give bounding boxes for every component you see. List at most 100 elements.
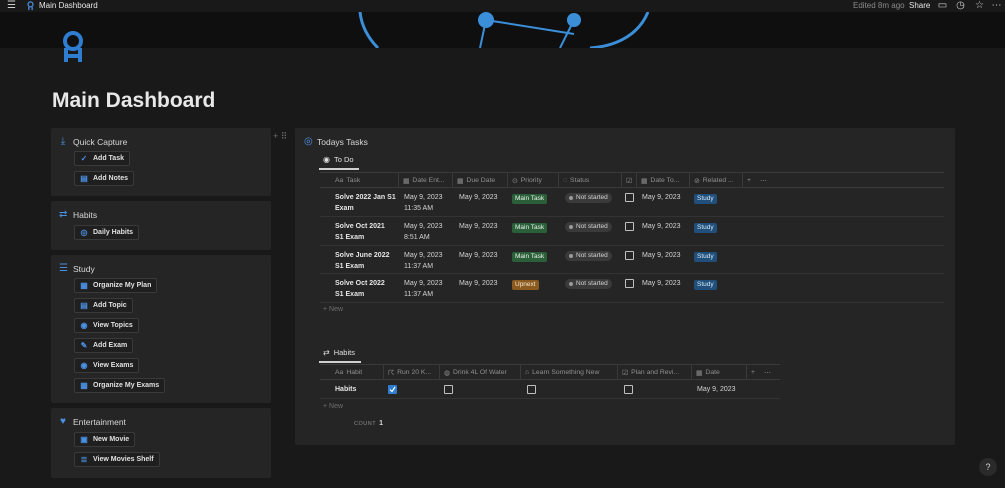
add-column-button[interactable]: + ⋯ (747, 365, 780, 380)
task-checkbox[interactable] (625, 279, 634, 288)
eye-icon: ◉ (80, 320, 88, 330)
priority-tag: Upnext (512, 280, 539, 290)
table-row[interactable]: Solve June 2022 S1 Exam May 9, 2023 11:37 … (320, 246, 944, 274)
col-task[interactable]: Aa Task (331, 173, 399, 188)
due-date: May 9, 2023 (459, 252, 498, 259)
help-button[interactable]: ? (979, 458, 997, 476)
organize-my-exams-button[interactable]: ▦ Organize My Exams (74, 378, 166, 393)
status-icon: ◌ (563, 177, 568, 184)
history-clock-icon[interactable]: ◷ (955, 0, 966, 11)
table-row[interactable]: Solve Oct 2021 S1 Exam May 9, 2023 8:51 AM… (320, 217, 944, 246)
tab-habits[interactable]: ⇄ Habits (323, 348, 355, 357)
col-run[interactable]: ☈ Run 20 K... (384, 365, 440, 380)
task-checkbox[interactable] (625, 251, 634, 260)
todays-tasks-header: ◎ Todays Tasks (304, 136, 368, 148)
priority-tag: Main Task (512, 194, 548, 204)
col-date-to[interactable]: ▦ Date To... (637, 173, 690, 188)
tasks-table-header: Aa Task ▦ Date Ent... ▦ Due Date ⊙ Priority … (320, 172, 944, 188)
col-date[interactable]: ▦ Date (692, 365, 747, 380)
task-name: Solve Oct 2021 (335, 223, 385, 230)
favorite-star-icon[interactable]: ☆ (974, 0, 985, 11)
related-tag[interactable]: Study (694, 252, 717, 262)
new-habit-row-button[interactable]: + New (323, 403, 343, 410)
add-exam-button[interactable]: ✎ Add Exam (74, 338, 134, 353)
col-learn[interactable]: ⌂ Learn Something New (521, 365, 618, 380)
study-card: ☰ Study ▦ Organize My Plan ▤ Add Topic ◉… (51, 255, 271, 403)
new-task-row-button[interactable]: + New (323, 306, 343, 313)
view-exams-button[interactable]: ◉ View Exams (74, 358, 140, 373)
related-tag[interactable]: Study (694, 223, 717, 233)
target-icon: ◎ (304, 136, 313, 147)
task-checkbox[interactable] (625, 193, 634, 202)
more-icon: ⋯ (759, 177, 767, 185)
eye-icon: ◉ (323, 155, 330, 164)
share-button[interactable]: Share (909, 1, 930, 10)
priority-tag: Main Task (512, 223, 548, 233)
table-row[interactable]: Habits May 9, 2023 (320, 380, 780, 399)
add-topic-button[interactable]: ▤ Add Topic (74, 298, 133, 313)
quick-capture-card: ⤓ Quick Capture ✓ Add Task ▤ Add Notes (51, 128, 271, 196)
col-checkbox[interactable]: ☑ (622, 173, 637, 188)
due-date: May 9, 2023 (459, 280, 498, 287)
col-related[interactable]: ⊘ Related ... (690, 173, 743, 188)
more-options-icon[interactable]: ⋯ (991, 0, 1002, 11)
more-icon: ⋯ (763, 369, 771, 377)
block-handle[interactable]: + ⠿ (273, 131, 287, 142)
text-icon: Aa (335, 369, 344, 376)
comment-icon[interactable]: ▭ (937, 0, 948, 11)
status-badge: Not started (565, 193, 612, 203)
date-entered: May 9, 2023 (404, 252, 443, 259)
col-due-date[interactable]: ▦ Due Date (453, 173, 508, 188)
checkbox-icon: ☑ (622, 369, 629, 377)
add-task-button[interactable]: ✓ Add Task (74, 151, 130, 166)
related-tag[interactable]: Study (694, 194, 717, 204)
task-checkbox[interactable] (625, 222, 634, 231)
select-icon: ⊙ (512, 177, 518, 185)
page-logo-icon (27, 1, 34, 11)
priority-tag: Main Task (512, 252, 548, 262)
checklist-icon: ☰ (59, 263, 68, 274)
col-status[interactable]: ◌ Status (559, 173, 622, 188)
drink-water-checkbox[interactable] (444, 385, 453, 394)
col-plan-review[interactable]: ☑ Plan and Revi... (618, 365, 692, 380)
date-to: May 9, 2023 (642, 223, 681, 230)
table-row[interactable]: Solve 2022 Jan S1 Exam May 9, 2023 11:35 A… (320, 188, 944, 217)
tab-active-indicator (319, 361, 361, 363)
habit-name[interactable]: Habits (335, 384, 356, 395)
related-tag[interactable]: Study (694, 280, 717, 290)
run-checkbox[interactable] (388, 385, 397, 394)
view-topics-button[interactable]: ◉ View Topics (74, 318, 139, 333)
col-date-entered[interactable]: ▦ Date Ent... (399, 173, 453, 188)
view-movies-shelf-button[interactable]: ≣ View Movies Shelf (74, 452, 160, 467)
organize-my-plan-button[interactable]: ▦ Organize My Plan (74, 278, 158, 293)
new-movie-button[interactable]: ▣ New Movie (74, 432, 136, 447)
water-drop-icon: ◍ (444, 369, 450, 377)
col-drink-water[interactable]: ◍ Drink 4L Of Water (440, 365, 521, 380)
col-priority[interactable]: ⊙ Priority (508, 173, 559, 188)
todays-tasks-title: Todays Tasks (317, 137, 368, 147)
text-icon: Aa (335, 177, 344, 184)
heart-icon: ♥ (60, 416, 66, 427)
calendar-icon: ▦ (80, 380, 88, 390)
table-row[interactable]: Solve Oct 2022 S1 Exam May 9, 2023 11:37 A… (320, 274, 944, 303)
page-cover (0, 12, 1005, 48)
entertainment-card: ♥ Entertainment ▣ New Movie ≣ View Movie… (51, 408, 271, 478)
status-badge: Not started (565, 222, 612, 232)
breadcrumb-title[interactable]: Main Dashboard (39, 1, 98, 10)
daily-habits-button[interactable]: ◎ Daily Habits (74, 225, 140, 240)
target-icon: ◎ (80, 227, 88, 237)
col-habit[interactable]: Aa Habit (331, 365, 384, 380)
entertainment-header: ♥ Entertainment (59, 416, 126, 428)
add-column-button[interactable]: + ⋯ (743, 173, 773, 188)
plan-review-checkbox[interactable] (624, 385, 633, 394)
repeat-icon: ⇄ (59, 209, 68, 220)
learn-checkbox[interactable] (527, 385, 536, 394)
tab-to-do[interactable]: ◉ To Do (323, 155, 354, 164)
add-notes-button[interactable]: ▤ Add Notes (74, 171, 134, 186)
task-name: Solve June 2022 (335, 252, 390, 259)
task-name: Solve Oct 2022 (335, 280, 385, 287)
quick-capture-title: Quick Capture (73, 137, 128, 147)
menu-icon[interactable]: ☰ (7, 1, 17, 11)
page-logo-icon (63, 31, 83, 62)
plus-icon: + (747, 177, 751, 184)
